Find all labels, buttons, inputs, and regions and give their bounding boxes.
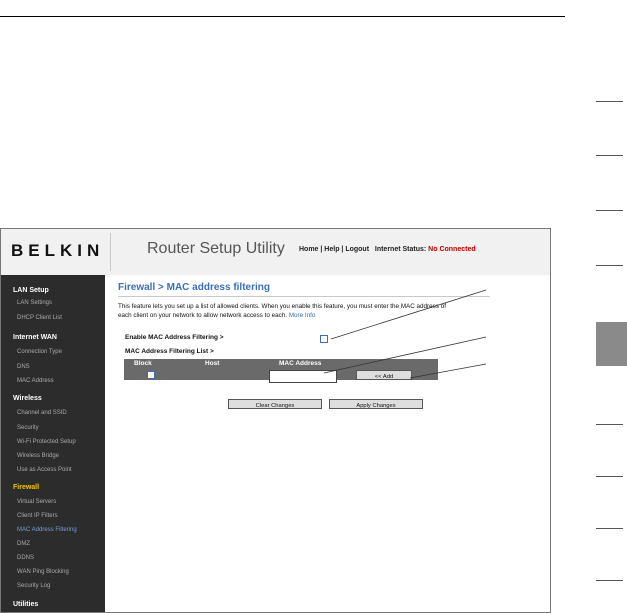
callout-lines — [323, 289, 487, 379]
callout-line-checkbox — [330, 289, 487, 340]
callout-line-mac-input — [323, 336, 487, 374]
callout-line-add-button — [409, 363, 487, 379]
